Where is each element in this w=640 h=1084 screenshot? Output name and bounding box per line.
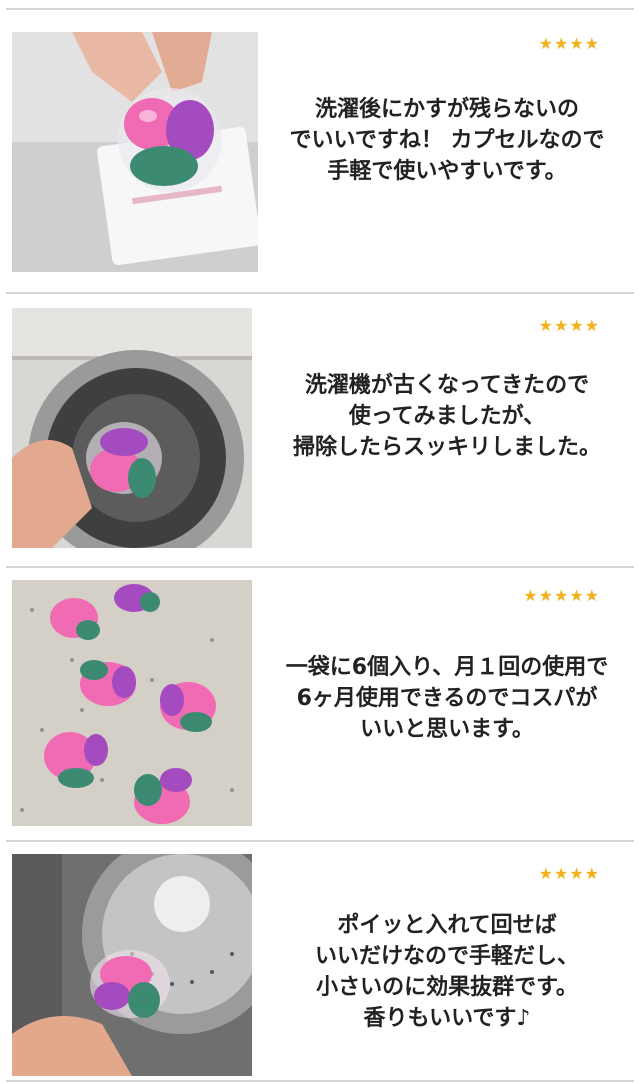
rating-stars: ★★★★ <box>538 864 600 883</box>
hand-holding-capsule-photo <box>12 32 258 272</box>
review-text: 一袋に6個入り、月１回の使用で 6ヶ月使用できるのでコスパが いいと思います。 <box>285 655 609 742</box>
review-card: ★★★★ 洗濯後にかすが残らないの でいいですね！ カプセルなので 手軽で使いや… <box>0 0 640 290</box>
capsule-into-drum-photo <box>12 854 252 1076</box>
capsule-at-washing-machine-photo <box>12 308 252 548</box>
review-text: 洗濯後にかすが残らないの でいいですね！ カプセルなので 手軽で使いやすいです。 <box>289 97 605 184</box>
rating-stars: ★★★★★ <box>523 586 600 605</box>
review-text: 洗濯機が古くなってきたので 使ってみましたが、 掃除したらスッキリしました。 <box>292 373 601 460</box>
review-card: ★★★★ ポイッと入れて回せば いいだけなので手軽だし、 小さいのに効果抜群です… <box>0 842 640 1078</box>
review-text: ポイッと入れて回せば いいだけなので手軽だし、 小さいのに効果抜群です。 香りも… <box>314 913 579 1031</box>
review-card: ★★★★ 洗濯機が古くなってきたので 使ってみましたが、 掃除したらスッキリしま… <box>0 294 640 564</box>
review-card: ★★★★★ 一袋に6個入り、月１回の使用で 6ヶ月使用できるのでコスパが いいと… <box>0 568 640 838</box>
capsules-on-counter-photo <box>12 580 252 826</box>
divider <box>6 1080 634 1082</box>
rating-stars: ★★★★ <box>538 34 600 53</box>
rating-stars: ★★★★ <box>538 316 600 335</box>
